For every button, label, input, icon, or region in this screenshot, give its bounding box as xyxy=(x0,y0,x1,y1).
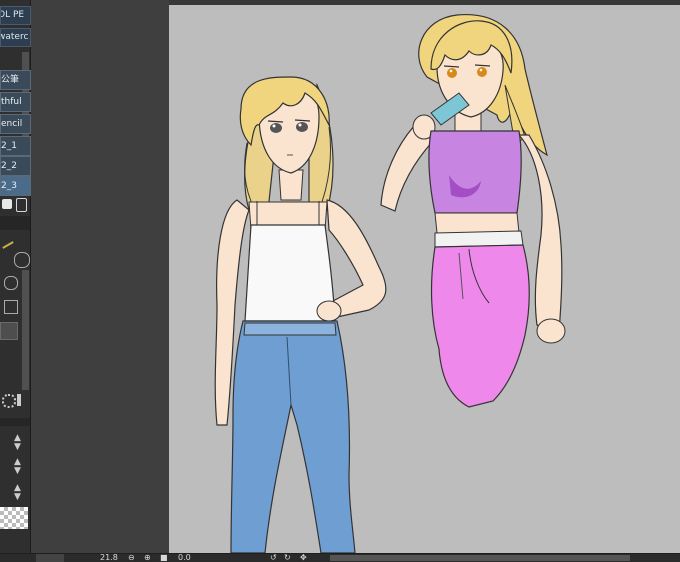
sub-tool-item-2[interactable]: 公筆 xyxy=(0,70,31,90)
property-icon-2[interactable] xyxy=(4,300,18,314)
brush-preview xyxy=(0,236,14,256)
property-footer-icons xyxy=(0,392,30,408)
tool-tab-0[interactable]: OL PE xyxy=(0,6,31,25)
sub-tool-actions xyxy=(0,196,30,214)
sub-tool-item-6[interactable]: 2_2 xyxy=(0,156,31,176)
artwork xyxy=(214,13,566,553)
sub-tool-item-3[interactable]: thful xyxy=(0,92,31,112)
wrench-icon[interactable] xyxy=(17,394,21,406)
dropper-icon[interactable] xyxy=(14,252,30,268)
panel-divider xyxy=(0,216,30,230)
sub-tool-panel: OL PE waterc 公筆 thful encil 2_1 2_2 2_3 … xyxy=(0,0,31,561)
property-dropdown[interactable] xyxy=(0,322,18,340)
panel-divider-2 xyxy=(0,418,30,426)
horizontal-scrollbar[interactable] xyxy=(330,555,630,561)
property-scrollbar[interactable] xyxy=(22,270,29,390)
delete-sub-tool-icon[interactable] xyxy=(16,198,27,212)
stepper-up-down-2[interactable]: ▲ ▼ xyxy=(14,458,21,476)
drawing-canvas[interactable] xyxy=(169,5,680,553)
sub-tool-item-5[interactable]: 2_1 xyxy=(0,136,31,156)
new-sub-tool-icon[interactable] xyxy=(2,199,12,209)
sub-tool-item-4[interactable]: encil xyxy=(0,114,31,134)
stepper-up-down-3[interactable]: ▲ ▼ xyxy=(14,484,21,502)
canvas-gutter xyxy=(31,0,169,553)
stepper-up-down-1[interactable]: ▲ ▼ xyxy=(14,434,21,452)
sub-tool-item-7[interactable]: 2_3 xyxy=(0,176,31,196)
property-icon-1[interactable] xyxy=(4,276,18,290)
transparency-swatch[interactable] xyxy=(0,507,28,529)
tool-tab-1[interactable]: waterc xyxy=(0,28,31,47)
settings-icon[interactable] xyxy=(2,394,16,408)
